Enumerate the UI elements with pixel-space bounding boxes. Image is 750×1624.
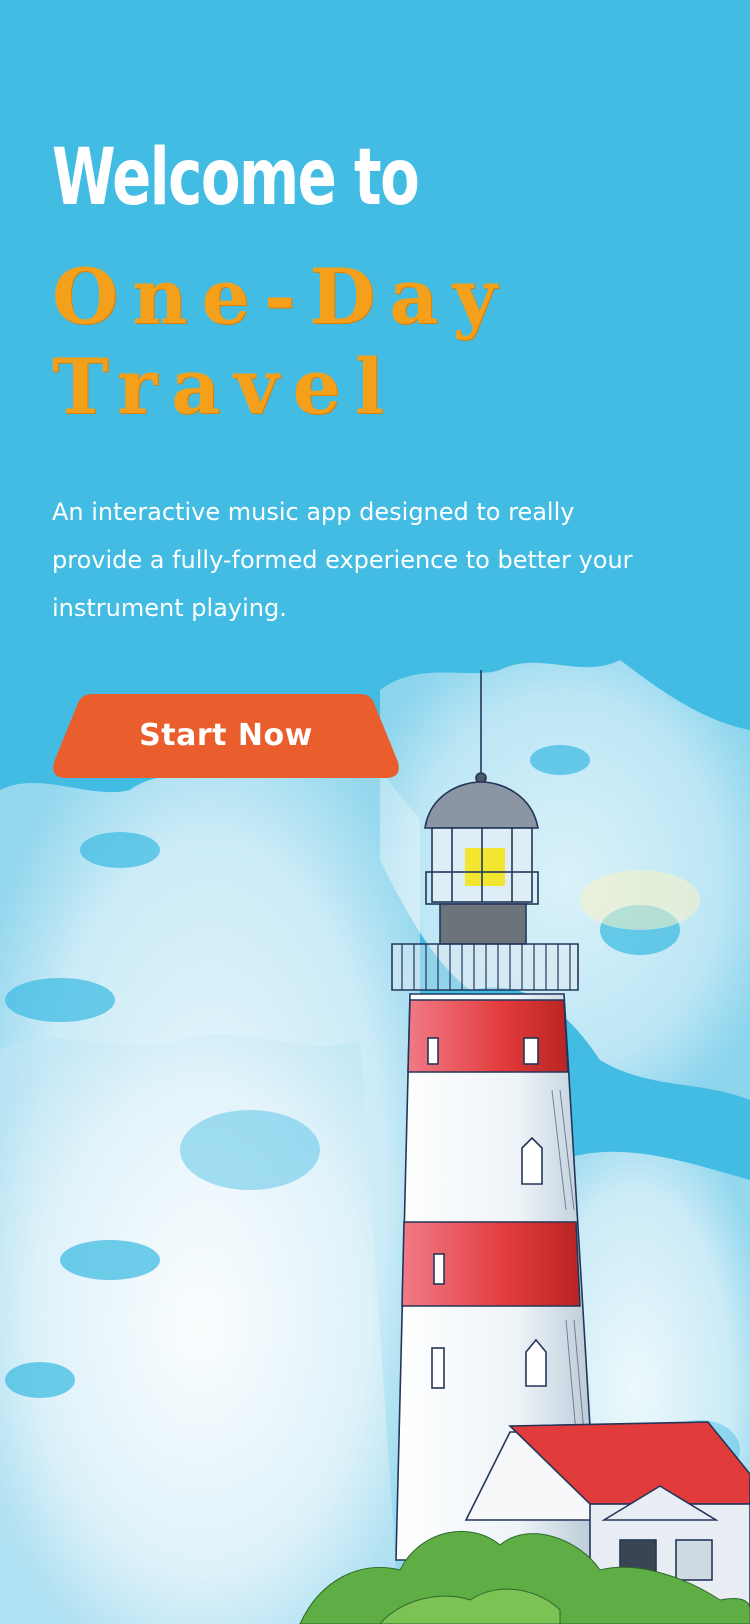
lighthouse-illustration — [0, 660, 750, 1624]
start-now-button[interactable]: Start Now — [52, 694, 400, 778]
welcome-title: Welcome to — [52, 133, 420, 223]
welcome-screen: Welcome to One-Day Travel An interactive… — [0, 0, 750, 1624]
start-now-label: Start Now — [139, 718, 313, 753]
app-name-title: One-Day Travel — [52, 252, 511, 431]
app-description: An interactive music app designed to rea… — [52, 498, 633, 622]
